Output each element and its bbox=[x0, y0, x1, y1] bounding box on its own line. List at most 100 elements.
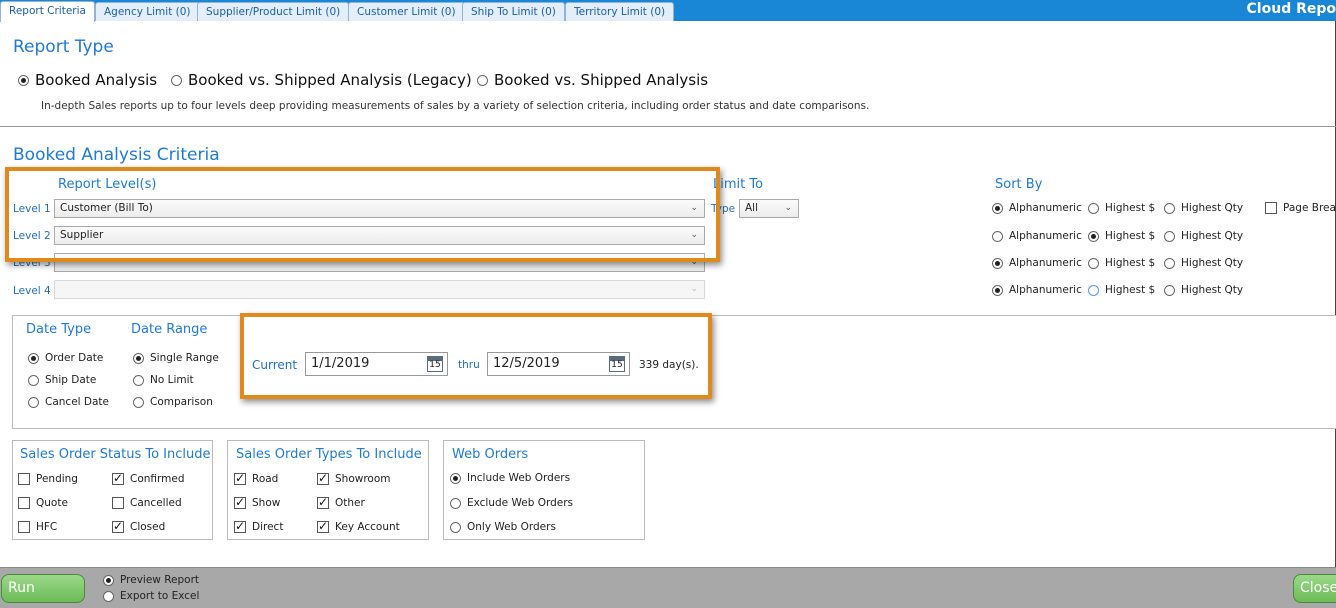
status-quote[interactable]: Quote bbox=[18, 497, 68, 509]
radio-icon bbox=[133, 396, 144, 408]
status-title: Sales Order Status To Include bbox=[20, 447, 211, 462]
tab-report-criteria[interactable]: Report Criteria bbox=[0, 1, 95, 22]
criteria-title: Booked Analysis Criteria bbox=[13, 145, 220, 165]
date-type-cancel-date[interactable]: Cancel Date bbox=[28, 396, 109, 408]
radio-icon bbox=[992, 257, 1003, 269]
radio-icon bbox=[992, 202, 1003, 214]
radio-icon bbox=[1088, 257, 1099, 269]
sort-3-alphanumeric[interactable]: Alphanumeric bbox=[992, 257, 1082, 269]
sort-3-highest-dollar[interactable]: Highest $ bbox=[1088, 257, 1155, 269]
date-range-comparison[interactable]: Comparison bbox=[133, 396, 213, 408]
radio-icon bbox=[450, 521, 461, 533]
app-title: Cloud Repo bbox=[1246, 1, 1336, 17]
sort-2-alphanumeric[interactable]: Alphanumeric bbox=[992, 230, 1082, 242]
tab-supplier-product-limit[interactable]: Supplier/Product Limit (0) bbox=[197, 2, 350, 21]
report-type-description: In-depth Sales reports up to four levels… bbox=[41, 100, 870, 112]
checkbox-icon bbox=[18, 521, 30, 533]
radio-icon bbox=[103, 574, 114, 586]
report-type-title: Report Type bbox=[13, 37, 114, 57]
type-showroom[interactable]: Showroom bbox=[317, 471, 391, 485]
tab-territory-limit[interactable]: Territory Limit (0) bbox=[565, 2, 675, 21]
type-other[interactable]: Other bbox=[317, 495, 365, 509]
run-report-button[interactable]: Run Report bbox=[1, 574, 85, 608]
checkbox-icon bbox=[234, 519, 246, 533]
sort-4-alphanumeric[interactable]: Alphanumeric bbox=[992, 284, 1082, 296]
radio-icon bbox=[103, 590, 114, 602]
radio-icon bbox=[28, 352, 39, 364]
limit-type-select[interactable]: All ⌄ bbox=[739, 199, 799, 218]
radio-icon bbox=[1164, 257, 1175, 269]
radio-icon bbox=[1088, 230, 1099, 242]
checkbox-icon bbox=[1265, 202, 1277, 214]
web-exclude[interactable]: Exclude Web Orders bbox=[450, 497, 573, 509]
highlight-report-levels bbox=[5, 167, 720, 262]
date-type-order-date[interactable]: Order Date bbox=[28, 352, 103, 364]
checkbox-icon bbox=[317, 471, 329, 485]
highlight-date-range bbox=[240, 313, 712, 399]
report-type-booked-analysis[interactable]: Booked Analysis bbox=[18, 71, 157, 89]
sort-4-highest-dollar[interactable]: Highest $ bbox=[1088, 284, 1155, 296]
type-direct[interactable]: Direct bbox=[234, 519, 283, 533]
checkbox-icon bbox=[112, 471, 124, 485]
date-range-no-limit[interactable]: No Limit bbox=[133, 374, 194, 386]
radio-icon bbox=[133, 374, 144, 386]
radio-icon bbox=[477, 75, 488, 86]
divider bbox=[0, 126, 1336, 127]
type-road[interactable]: Road bbox=[234, 471, 278, 485]
sort-1-alphanumeric[interactable]: Alphanumeric bbox=[992, 202, 1082, 214]
checkbox-icon bbox=[18, 473, 30, 485]
sort-1-highest-dollar[interactable]: Highest $ bbox=[1088, 202, 1155, 214]
radio-icon bbox=[133, 352, 144, 364]
top-bar: Report Criteria Agency Limit (0) Supplie… bbox=[0, 0, 1336, 22]
sort-1-highest-qty[interactable]: Highest Qty bbox=[1164, 202, 1243, 214]
checkbox-icon bbox=[234, 495, 246, 509]
checkbox-icon bbox=[112, 519, 124, 533]
sort-3-highest-qty[interactable]: Highest Qty bbox=[1164, 257, 1243, 269]
level-4-select[interactable]: ⌄ bbox=[54, 280, 705, 299]
checkbox-icon bbox=[112, 497, 124, 509]
report-type-booked-vs-shipped[interactable]: Booked vs. Shipped Analysis bbox=[477, 71, 708, 89]
tab-customer-limit[interactable]: Customer Limit (0) bbox=[348, 2, 465, 21]
web-include[interactable]: Include Web Orders bbox=[450, 472, 570, 484]
sort-2-highest-qty[interactable]: Highest Qty bbox=[1164, 230, 1243, 242]
output-preview-report[interactable]: Preview Report bbox=[103, 574, 199, 586]
date-range-title: Date Range bbox=[131, 322, 208, 337]
checkbox-icon bbox=[317, 495, 329, 509]
level-4-label: Level 4 bbox=[13, 285, 51, 297]
radio-icon bbox=[450, 472, 461, 484]
radio-icon bbox=[28, 374, 39, 386]
checkbox-icon bbox=[234, 471, 246, 485]
chevron-down-icon: ⌄ bbox=[784, 203, 792, 213]
radio-icon bbox=[450, 497, 461, 509]
status-pending[interactable]: Pending bbox=[18, 473, 78, 485]
tab-agency-limit[interactable]: Agency Limit (0) bbox=[95, 2, 200, 21]
type-key-account[interactable]: Key Account bbox=[317, 519, 400, 533]
chevron-down-icon: ⌄ bbox=[690, 284, 698, 294]
report-type-booked-vs-shipped-legacy[interactable]: Booked vs. Shipped Analysis (Legacy) bbox=[171, 71, 472, 89]
radio-icon bbox=[1164, 202, 1175, 214]
checkbox-icon bbox=[317, 519, 329, 533]
radio-icon bbox=[171, 75, 182, 86]
close-button[interactable]: Close bbox=[1293, 574, 1336, 603]
date-type-ship-date[interactable]: Ship Date bbox=[28, 374, 96, 386]
date-range-single[interactable]: Single Range bbox=[133, 352, 219, 364]
limit-to-title: Limit To bbox=[713, 177, 764, 192]
type-show[interactable]: Show bbox=[234, 495, 280, 509]
status-hfc[interactable]: HFC bbox=[18, 521, 57, 533]
sort-4-highest-qty[interactable]: Highest Qty bbox=[1164, 284, 1243, 296]
tab-ship-to-limit[interactable]: Ship To Limit (0) bbox=[462, 2, 565, 21]
radio-icon bbox=[1164, 230, 1175, 242]
radio-icon bbox=[1088, 284, 1099, 296]
radio-icon bbox=[992, 284, 1003, 296]
radio-icon bbox=[1164, 284, 1175, 296]
web-orders-title: Web Orders bbox=[452, 447, 529, 462]
output-export-excel[interactable]: Export to Excel bbox=[103, 590, 199, 602]
bottom-bar: Run Report Preview Report Export to Exce… bbox=[0, 567, 1336, 608]
status-confirmed[interactable]: Confirmed bbox=[112, 471, 185, 485]
sort-2-highest-dollar[interactable]: Highest $ bbox=[1088, 230, 1155, 242]
status-closed[interactable]: Closed bbox=[112, 519, 165, 533]
status-cancelled[interactable]: Cancelled bbox=[112, 497, 182, 509]
web-only[interactable]: Only Web Orders bbox=[450, 521, 556, 533]
page-break-checkbox[interactable]: Page Break bbox=[1265, 202, 1336, 214]
sort-by-title: Sort By bbox=[995, 177, 1043, 192]
